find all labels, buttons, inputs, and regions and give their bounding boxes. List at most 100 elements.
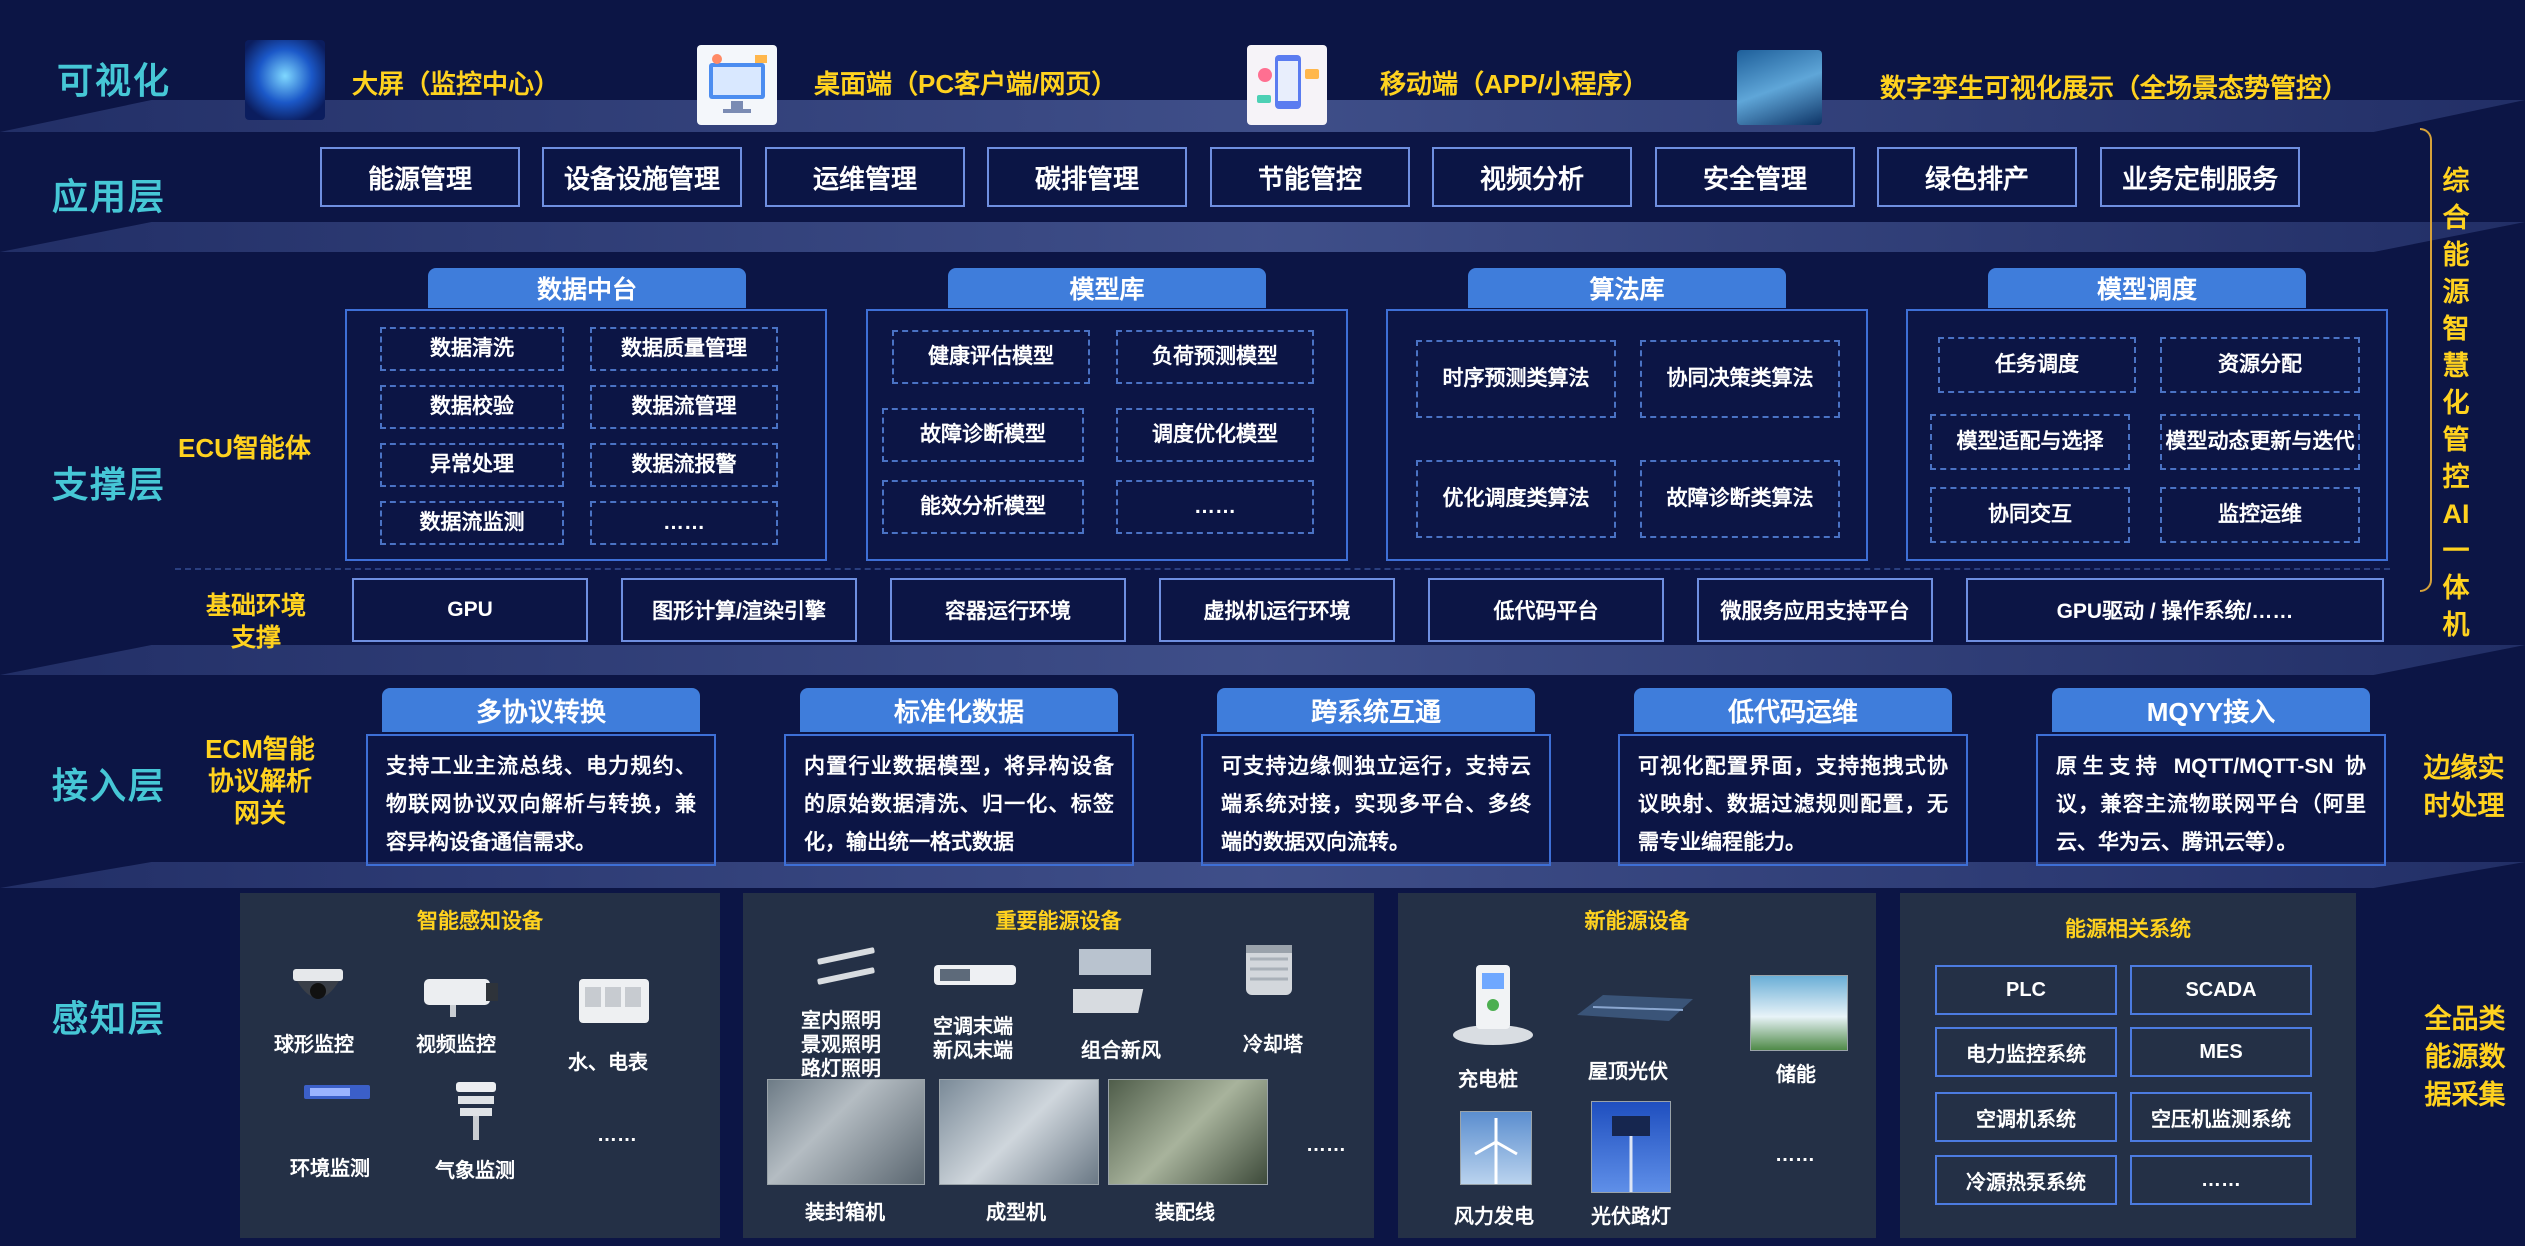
ac-terminal-icon [930, 955, 1020, 995]
item-fault-model: 故障诊断模型 [882, 408, 1084, 462]
label-water-electric-meter: 水、电表 [568, 1052, 648, 1074]
panel-smart-sensing: 智能感知设备 球形监控 视频监控 水、电表 环境监测 气象监测 …… [240, 893, 720, 1238]
access-title-mqyy: MQYY接入 [2052, 688, 2370, 732]
vis-mobile: 移动端（APP/小程序） [1380, 69, 1649, 99]
item-resource-allocation: 资源分配 [2160, 337, 2360, 393]
desktop-icon [697, 45, 777, 125]
layer-label-support: 支撑层 [52, 464, 167, 505]
env-lowcode[interactable]: 低代码平台 [1428, 578, 1664, 642]
sys-scada[interactable]: SCADA [2130, 965, 2312, 1015]
app-equipment-mgmt[interactable]: 设备设施管理 [542, 147, 742, 207]
item-model-update: 模型动态更新与迭代 [2160, 414, 2360, 470]
item-dispatch-model: 调度优化模型 [1116, 408, 1314, 462]
app-carbon-mgmt[interactable]: 碳排管理 [987, 147, 1187, 207]
app-energy-saving[interactable]: 节能管控 [1210, 147, 1410, 207]
label-case-sealer: 装封箱机 [805, 1202, 885, 1224]
layer-label-visualization: 可视化 [57, 60, 172, 101]
weather-station-icon [450, 1076, 502, 1142]
ecm-gateway-label: ECM智能协议解析网关 [205, 734, 315, 828]
item-load-model: 负荷预测模型 [1116, 330, 1314, 384]
app-custom-service[interactable]: 业务定制服务 [2100, 147, 2300, 207]
access-title-lowcode-ops: 低代码运维 [1634, 688, 1952, 732]
sys-ac-system[interactable]: 空调机系统 [1935, 1092, 2117, 1142]
item-model-adapt: 模型适配与选择 [1930, 414, 2130, 470]
env-monitor-icon [302, 1079, 372, 1105]
cooling-tower-icon [1240, 939, 1298, 1001]
access-desc-mqyy: 原生支持 MQTT/MQTT-SN 协议，兼容主流物联网平台（阿里云、华为云、腾… [2036, 734, 2386, 866]
architecture-diagram: 可视化 应用层 支撑层 接入层 感知层 大屏（监控中心） 桌面端（PC客户端/网… [0, 0, 2525, 1246]
label-wind-power: 风力发电 [1454, 1206, 1534, 1228]
access-title-cross-system: 跨系统互通 [1217, 688, 1535, 732]
env-vm[interactable]: 虚拟机运行环境 [1159, 578, 1395, 642]
app-energy-mgmt[interactable]: 能源管理 [320, 147, 520, 207]
access-desc-lowcode-ops: 可视化配置界面，支持拖拽式协议映射、数据过滤规则配置，无需专业编程能力。 [1618, 734, 1968, 866]
item-collab-interaction: 协同交互 [1930, 487, 2130, 543]
env-container[interactable]: 容器运行环境 [890, 578, 1126, 642]
item-monitor-ops: 监控运维 [2160, 487, 2360, 543]
layer-label-access: 接入层 [52, 765, 167, 806]
label-charging-pile: 充电桩 [1458, 1069, 1518, 1091]
sys-air-compressor[interactable]: 空压机监测系统 [2130, 1092, 2312, 1142]
label-env-monitor: 环境监测 [290, 1158, 370, 1180]
label-lighting-text: 室内照明 景观照明 路灯照明 [801, 1010, 881, 1080]
label-assembly-line: 装配线 [1155, 1202, 1215, 1224]
module-title-data-platform: 数据中台 [428, 268, 746, 308]
label-weather-monitor: 气象监测 [435, 1160, 515, 1182]
sys-mes[interactable]: MES [2130, 1027, 2312, 1077]
access-title-standard-data: 标准化数据 [800, 688, 1118, 732]
env-microservice[interactable]: 微服务应用支持平台 [1697, 578, 1933, 642]
layer-label-application: 应用层 [52, 176, 167, 217]
env-gpu-driver-os[interactable]: GPU驱动 / 操作系统/…… [1966, 578, 2384, 642]
env-graphics-engine[interactable]: 图形计算/渲染引擎 [621, 578, 857, 642]
app-green-scheduling[interactable]: 绿色排产 [1877, 147, 2077, 207]
app-ops-mgmt[interactable]: 运维管理 [765, 147, 965, 207]
vis-desktop: 桌面端（PC客户端/网页） [814, 69, 1118, 99]
module-title-algorithm-lib: 算法库 [1468, 268, 1786, 308]
pv-streetlight-photo [1591, 1101, 1671, 1193]
item-timeseries-algo: 时序预测类算法 [1416, 340, 1616, 418]
module-title-model-dispatch: 模型调度 [1988, 268, 2306, 308]
right-bracket [2420, 128, 2432, 592]
sys-plc[interactable]: PLC [1935, 965, 2117, 1015]
panel-title-smart-sensing: 智能感知设备 [417, 910, 543, 933]
item-collab-decision-algo: 协同决策类算法 [1640, 340, 1840, 418]
item-model-more: …… [1116, 480, 1314, 534]
label-dome-camera: 球形监控 [274, 1034, 354, 1056]
label-new-energy-more: …… [1775, 1144, 1815, 1166]
wind-power-photo [1460, 1111, 1532, 1185]
label-rooftop-pv: 屋顶光伏 [1588, 1061, 1668, 1083]
label-pv-streetlight: 光伏路灯 [1591, 1206, 1671, 1228]
label-cooling-tower: 冷却塔 [1243, 1034, 1303, 1056]
bullet-camera-icon [420, 973, 502, 1019]
energy-storage-photo [1750, 975, 1848, 1051]
access-desc-cross-system: 可支持边缘侧独立运行，支持云端系统对接，实现多平台、多终端的数据双向流转。 [1201, 734, 1551, 866]
env-gpu[interactable]: GPU [352, 578, 588, 642]
label-ac-terminal: 空调末端 新风末端 [933, 1015, 1013, 1063]
base-env-label: 基础环境支撑 [205, 592, 306, 652]
big-screen-icon [245, 40, 325, 120]
sys-more[interactable]: …… [2130, 1155, 2312, 1205]
item-data-validation: 数据校验 [380, 385, 564, 429]
charging-pile-icon [1450, 955, 1536, 1047]
item-dataflow-alarm: 数据流报警 [590, 443, 778, 487]
panel-title-energy-systems: 能源相关系统 [2065, 918, 2191, 941]
item-efficiency-model: 能效分析模型 [882, 480, 1084, 534]
item-anomaly: 异常处理 [380, 443, 564, 487]
sys-heat-pump[interactable]: 冷源热泵系统 [1935, 1155, 2117, 1205]
data-collection-label: 全品类能源数据采集 [2424, 1004, 2506, 1110]
label-lighting: 室内照明 景观照明 路灯照明 [801, 1009, 881, 1081]
item-data-quality: 数据质量管理 [590, 327, 778, 371]
ventilation-unit-icon [1062, 943, 1157, 1021]
app-safety-mgmt[interactable]: 安全管理 [1655, 147, 1855, 207]
item-data-cleaning: 数据清洗 [380, 327, 564, 371]
module-title-model-lib: 模型库 [948, 268, 1266, 308]
sys-power-monitor[interactable]: 电力监控系统 [1935, 1027, 2117, 1077]
app-video-analysis[interactable]: 视频分析 [1432, 147, 1632, 207]
access-desc-protocol: 支持工业主流总线、电力规约、物联网协议双向解析与转换，兼容异构设备通信需求。 [366, 734, 716, 866]
item-data-more: …… [590, 501, 778, 545]
case-sealer-photo [767, 1079, 925, 1185]
label-energy-more: …… [1306, 1134, 1346, 1156]
panel-new-energy: 新能源设备 充电桩 屋顶光伏 储能 风力发电 光伏路灯 …… [1398, 893, 1876, 1238]
digital-twin-icon [1737, 50, 1822, 125]
support-separator [175, 568, 2390, 570]
